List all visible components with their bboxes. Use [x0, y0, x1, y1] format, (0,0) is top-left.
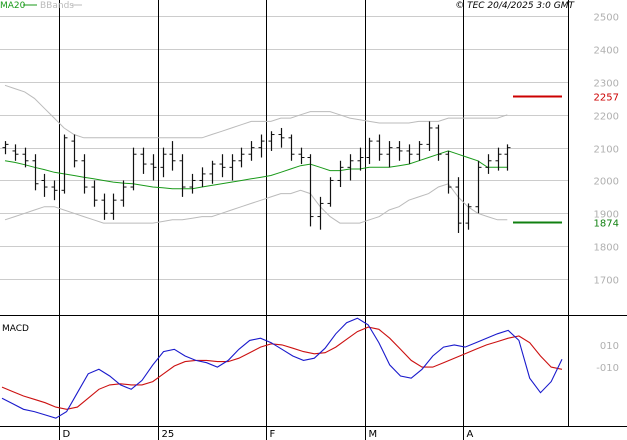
- ohlc-bar: [366, 137, 373, 165]
- ohlc-bar: [327, 177, 334, 207]
- ohlc-bar: [219, 154, 226, 178]
- ohlc-bar: [268, 131, 275, 151]
- ohlc-bar: [357, 147, 364, 171]
- ohlc-bar: [199, 167, 206, 188]
- macd-main-line: [1, 317, 563, 419]
- price-tick-label: 2000: [594, 177, 619, 188]
- bbands-upper-line: [4, 84, 508, 139]
- macd-panel-title: MACD: [2, 324, 29, 334]
- date-tick-label: 25: [162, 429, 175, 440]
- ohlc-bar: [71, 134, 78, 168]
- macd-lines: [1, 317, 563, 419]
- copyright-label: © TEC 20/4/2025 3:0 GMT: [455, 1, 575, 11]
- ma20-legend-label: MA20: [0, 1, 26, 11]
- ohlc-bar: [101, 193, 108, 220]
- ohlc-bar: [140, 147, 147, 174]
- ohlc-bar: [32, 154, 39, 191]
- price-axis: 1700 1800 1900 2000 2100 2200 2300 2400 2500: [594, 13, 619, 287]
- ma20-path: [4, 150, 508, 190]
- ohlc-bar: [485, 154, 492, 174]
- ohlc-bar: [110, 193, 117, 220]
- ohlc-bar: [189, 173, 196, 194]
- date-tick-label: A: [467, 429, 474, 440]
- macd-signal-line: [1, 326, 563, 410]
- bollinger-bands: [4, 84, 508, 224]
- ohlc-bar: [238, 147, 245, 168]
- ohlc-bar: [337, 160, 344, 188]
- ohlc-bar: [160, 147, 167, 178]
- price-tick-label: 2500: [594, 13, 619, 24]
- ohlc-bar: [229, 154, 236, 181]
- ohlc-bar: [12, 144, 19, 161]
- date-tick-label: D: [63, 429, 71, 440]
- ohlc-bar: [445, 150, 452, 194]
- ohlc-bar: [288, 134, 295, 161]
- ohlc-bar: [386, 141, 393, 168]
- price-bars: [2, 121, 511, 233]
- ohlc-bar: [475, 160, 482, 214]
- date-tick-label: M: [369, 429, 378, 440]
- ohlc-bar: [406, 144, 413, 165]
- ohlc-bar: [120, 180, 127, 207]
- bbands-lower-line: [4, 183, 508, 224]
- ohlc-bar: [455, 177, 462, 233]
- ohlc-bar: [150, 154, 157, 181]
- ohlc-bar: [396, 141, 403, 161]
- grid: [0, 16, 568, 280]
- bbands-legend-label: BBands: [40, 1, 74, 11]
- price-tick-label: 1900: [594, 210, 619, 221]
- price-tick-label: 2200: [594, 112, 619, 123]
- date-axis: D 25 F M A: [63, 429, 474, 440]
- ma20-line: [4, 150, 508, 190]
- date-dividers: [59, 0, 464, 440]
- macd-tick-label: 010: [600, 341, 619, 352]
- ohlc-bar: [465, 203, 472, 230]
- ohlc-bar: [41, 173, 48, 197]
- price-tick-label: 2400: [594, 46, 619, 57]
- ohlc-bar: [248, 141, 255, 161]
- ohlc-bar: [376, 134, 383, 161]
- ohlc-bar: [169, 141, 176, 171]
- price-tick-label: 1800: [594, 243, 619, 254]
- ohlc-bar: [51, 180, 58, 201]
- ohlc-bar: [2, 141, 9, 155]
- ohlc-bar: [278, 127, 285, 148]
- price-level-label: 2257: [594, 93, 619, 104]
- date-tick-label: F: [270, 429, 276, 440]
- price-tick-label: 2100: [594, 145, 619, 156]
- ohlc-bar: [298, 147, 305, 165]
- ohlc-bar: [61, 134, 68, 194]
- ohlc-bar: [91, 180, 98, 207]
- ohlc-bar: [81, 154, 88, 194]
- ohlc-bar: [416, 141, 423, 161]
- macd-tick-label: -010: [596, 363, 619, 374]
- price-tick-label: 2300: [594, 79, 619, 90]
- ohlc-bar: [426, 121, 433, 151]
- ohlc-bar: [347, 154, 354, 181]
- price-tick-label: 1700: [594, 276, 619, 287]
- stock-chart: 22571874 1700180019002000210022002300240…: [0, 0, 627, 440]
- ohlc-bar: [258, 134, 265, 158]
- ohlc-bar: [179, 154, 186, 197]
